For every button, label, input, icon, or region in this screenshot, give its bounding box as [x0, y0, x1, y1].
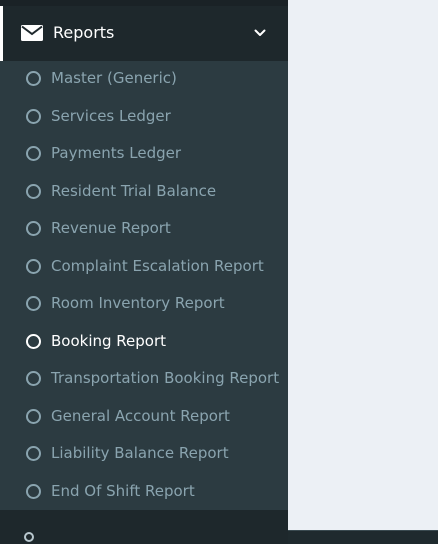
submenu-item-transportation-booking-report[interactable]: Transportation Booking Report: [0, 361, 288, 399]
circle-icon: [26, 221, 41, 236]
submenu-item-complaint-escalation-report[interactable]: Complaint Escalation Report: [0, 249, 288, 287]
submenu-item-payments-ledger[interactable]: Payments Ledger: [0, 136, 288, 174]
submenu-item-label: Resident Trial Balance: [51, 181, 217, 200]
sidebar: Reports Master (Generic) Services Ledger…: [0, 0, 288, 544]
circle-icon: [26, 183, 41, 199]
footer-bar: [288, 530, 438, 544]
sidebar-menu-label: Reports: [53, 23, 115, 42]
circle-icon: [26, 483, 41, 499]
circle-icon: [26, 108, 41, 124]
submenu-item-general-account-report[interactable]: General Account Report: [0, 399, 288, 437]
content-area: [288, 0, 438, 530]
menu-item-icon: [24, 532, 34, 542]
submenu-item-services-ledger[interactable]: Services Ledger: [0, 99, 288, 137]
submenu-item-label: Master (Generic): [51, 69, 177, 87]
circle-icon: [26, 333, 41, 349]
circle-icon: [26, 146, 41, 161]
circle-icon: [26, 408, 41, 424]
circle-icon: [26, 296, 41, 311]
submenu-item-label: Complaint Escalation Report: [51, 256, 264, 275]
circle-icon: [26, 446, 41, 461]
submenu-item-resident-trial-balance[interactable]: Resident Trial Balance: [0, 174, 288, 212]
envelope-icon: [21, 25, 43, 41]
submenu-item-label: Revenue Report: [51, 219, 171, 237]
submenu-item-liability-balance-report[interactable]: Liability Balance Report: [0, 436, 288, 474]
circle-icon: [26, 258, 41, 274]
chevron-down-icon[interactable]: [253, 26, 267, 40]
submenu-item-label: Transportation Booking Report: [51, 369, 280, 387]
submenu-item-label: Room Inventory Report: [51, 294, 225, 312]
submenu-item-label: Liability Balance Report: [51, 444, 229, 462]
submenu-item-label: General Account Report: [51, 406, 230, 425]
submenu-item-label: End Of Shift Report: [51, 481, 195, 500]
submenu-item-revenue-report[interactable]: Revenue Report: [0, 211, 288, 249]
circle-icon: [26, 371, 41, 386]
sidebar-menu-reports[interactable]: Reports: [0, 6, 288, 61]
submenu-item-end-of-shift-report[interactable]: End Of Shift Report: [0, 474, 288, 512]
submenu-item-label: Payments Ledger: [51, 144, 182, 162]
submenu-item-room-inventory-report[interactable]: Room Inventory Report: [0, 286, 288, 324]
submenu-item-master-generic[interactable]: Master (Generic): [0, 61, 288, 99]
sidebar-next-menu-item[interactable]: [0, 510, 288, 544]
submenu-item-booking-report[interactable]: Booking Report: [0, 324, 288, 362]
submenu-item-label: Services Ledger: [51, 106, 171, 125]
submenu-item-label: Booking Report: [51, 331, 167, 350]
circle-icon: [26, 71, 41, 86]
reports-submenu: Master (Generic) Services Ledger Payment…: [0, 61, 288, 510]
